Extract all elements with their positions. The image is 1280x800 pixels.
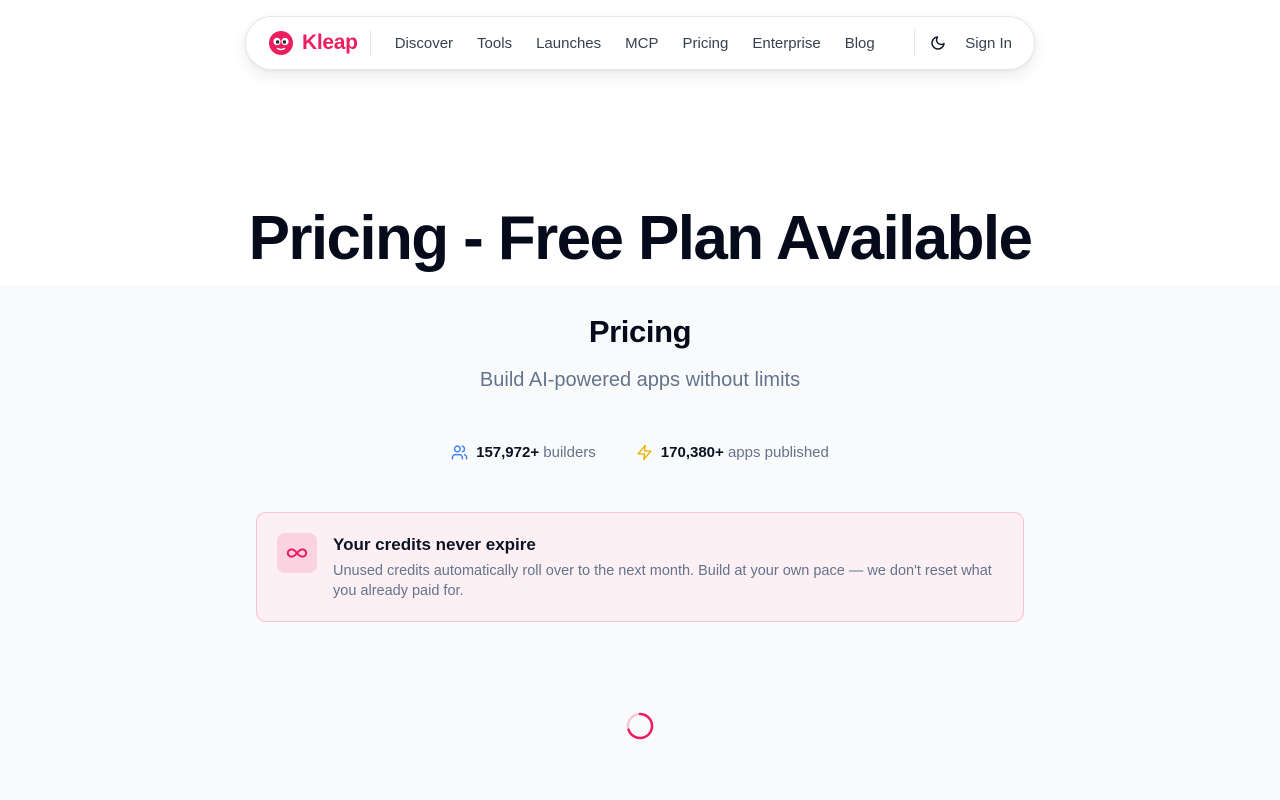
- lightning-icon: [637, 444, 652, 461]
- credits-info-card: Your credits never expire Unused credits…: [256, 512, 1024, 622]
- nav-links: Discover Tools Launches MCP Pricing Ente…: [383, 35, 887, 52]
- stat-builders: 157,972+ builders: [451, 444, 596, 461]
- pricing-subtitle: Build AI-powered apps without limits: [479, 369, 801, 391]
- stat-builders-value: 157,972+: [476, 444, 540, 461]
- spinner-icon: [626, 712, 654, 740]
- infinity-icon-box: [277, 533, 317, 573]
- stat-apps-label: apps published: [727, 444, 829, 461]
- nav-link-blog[interactable]: Blog: [845, 35, 875, 52]
- sign-in-link[interactable]: Sign In: [965, 35, 1012, 52]
- stat-builders-label: builders: [543, 444, 596, 461]
- stat-apps: 170,380+ apps published: [636, 444, 829, 461]
- credits-card-body: Unused credits automatically roll over t…: [333, 563, 992, 599]
- brand-name: Kleap: [302, 31, 358, 54]
- nav-link-launches[interactable]: Launches: [536, 35, 601, 52]
- brand-logo[interactable]: Kleap: [268, 30, 358, 56]
- credits-card-title: Your credits never expire: [333, 535, 536, 554]
- nav-link-discover[interactable]: Discover: [395, 35, 453, 52]
- nav-link-mcp[interactable]: MCP: [625, 35, 658, 52]
- nav-divider: [369, 30, 371, 56]
- infinity-icon: [286, 548, 308, 558]
- users-icon: [451, 445, 468, 460]
- top-nav: Kleap Discover Tools Launches MCP Pricin…: [245, 16, 1035, 70]
- nav-link-tools[interactable]: Tools: [477, 35, 512, 52]
- page-title: Pricing - Free Plan Available: [248, 204, 1033, 273]
- credits-card-text: Your credits never expire Unused credits…: [333, 533, 993, 621]
- theme-toggle-button[interactable]: [929, 34, 947, 52]
- nav-right: Sign In: [914, 29, 1012, 57]
- moon-icon: [931, 36, 946, 50]
- pricing-heading: Pricing: [588, 314, 692, 349]
- kleap-logo-icon: [269, 31, 293, 55]
- nav-link-pricing[interactable]: Pricing: [682, 35, 728, 52]
- stat-apps-value: 170,380+: [660, 444, 724, 461]
- nav-divider: [914, 29, 916, 57]
- nav-link-enterprise[interactable]: Enterprise: [752, 35, 820, 52]
- stats-row: 157,972+ builders 170,380+ apps publishe…: [0, 444, 1280, 461]
